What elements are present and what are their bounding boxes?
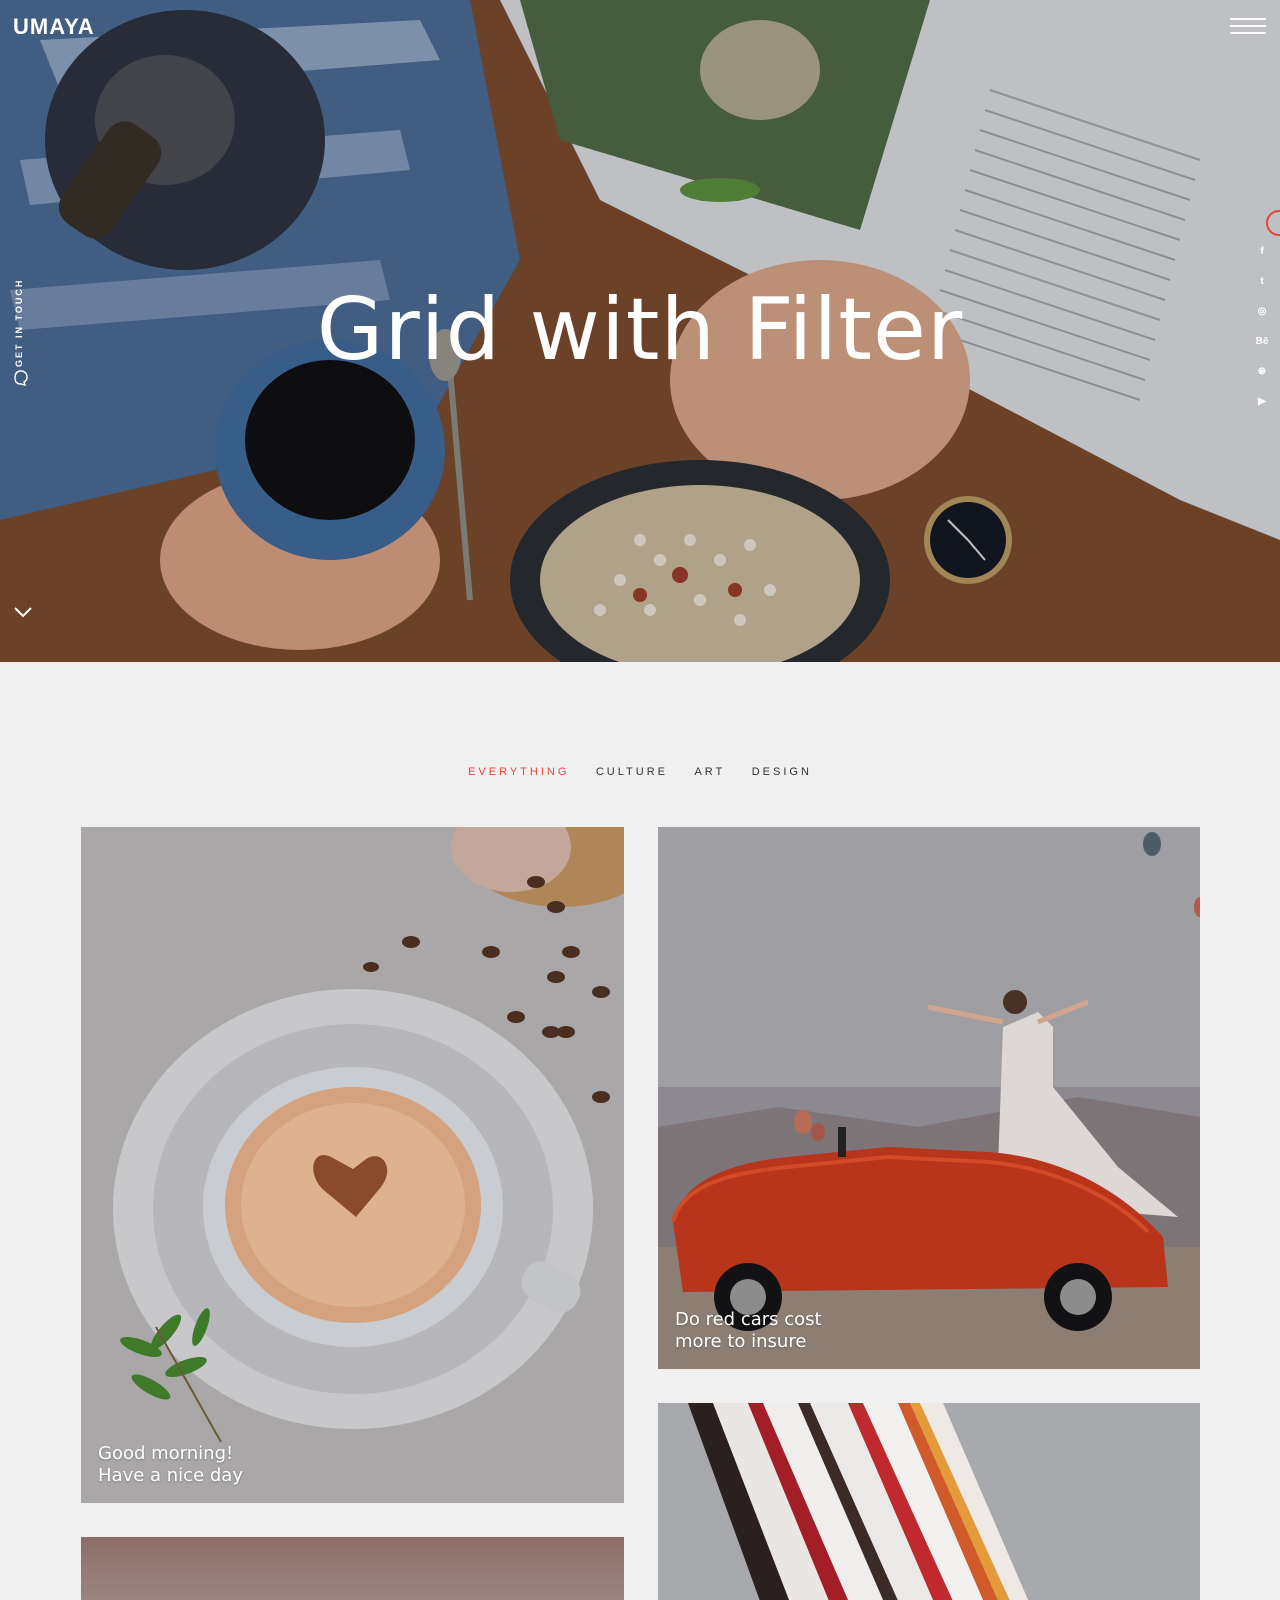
social-links: f t ◎ Bē ⊛ ▶ xyxy=(1240,210,1280,420)
card-caption-line1: Do red cars cost xyxy=(675,1309,822,1330)
card-caption-line2: more to insure xyxy=(675,1331,807,1352)
hero-section: UMAYA GET IN TOUCH Grid with Filter f t … xyxy=(0,0,1280,662)
youtube-icon[interactable]: ▶ xyxy=(1254,394,1270,410)
card-caption-line1: Good morning! xyxy=(98,1443,234,1464)
portfolio-filters: EVERYTHING CULTURE ART DESIGN xyxy=(0,762,1280,780)
card-caption-line2: Have a nice day xyxy=(98,1465,243,1486)
behance-icon[interactable]: Bē xyxy=(1254,334,1270,350)
card-caption: Do red cars cost more to insure xyxy=(675,1309,822,1353)
filter-everything[interactable]: EVERYTHING xyxy=(468,766,569,778)
filter-design[interactable]: DESIGN xyxy=(752,766,812,778)
card-image xyxy=(81,1537,624,1600)
portfolio-card[interactable] xyxy=(81,1537,624,1600)
coffee-image xyxy=(81,827,624,1503)
portfolio-card[interactable]: Good morning! Have a nice day xyxy=(81,827,624,1503)
page-title: Grid with Filter xyxy=(316,280,964,380)
site-logo[interactable]: UMAYA xyxy=(13,14,95,40)
portfolio-card[interactable]: Do red cars cost more to insure xyxy=(658,827,1200,1369)
red-car-image xyxy=(658,827,1200,1369)
filter-art[interactable]: ART xyxy=(694,766,725,778)
portfolio-card[interactable] xyxy=(658,1403,1200,1600)
social-indicator-ring xyxy=(1266,210,1280,236)
card-caption: Good morning! Have a nice day xyxy=(98,1443,243,1487)
twitter-icon[interactable]: t xyxy=(1254,274,1270,290)
instagram-icon[interactable]: ◎ xyxy=(1254,304,1270,320)
hamburger-icon[interactable] xyxy=(1230,16,1266,36)
chevron-down-icon[interactable] xyxy=(12,604,34,620)
facebook-icon[interactable]: f xyxy=(1254,244,1270,260)
striped-architecture-image xyxy=(658,1403,1200,1600)
dribbble-icon[interactable]: ⊛ xyxy=(1254,364,1270,380)
filter-culture[interactable]: CULTURE xyxy=(596,766,668,778)
